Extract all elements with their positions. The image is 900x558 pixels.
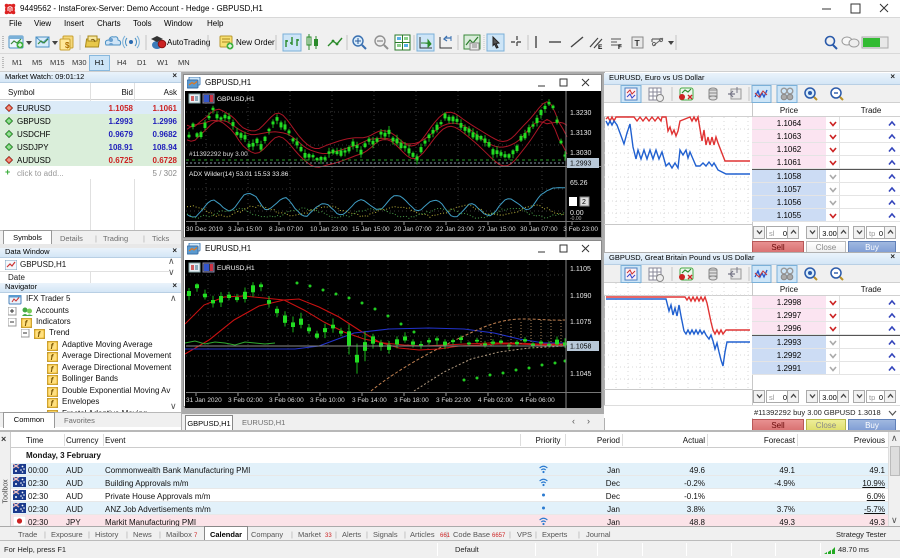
svg-text:4 Feb 06:00: 4 Feb 06:00 [520, 397, 555, 404]
svg-text:3 Feb 18:00: 3 Feb 18:00 [394, 397, 429, 404]
svg-text:ADX Wilder(14) 53.01 15.53 33.: ADX Wilder(14) 53.01 15.53 33.86 [189, 171, 289, 178]
svg-text:1.1045: 1.1045 [570, 371, 592, 378]
svg-text:-0.00: -0.00 [570, 216, 582, 222]
svg-text:1.2993: 1.2993 [570, 161, 592, 168]
svg-text:3 Feb 10:00: 3 Feb 10:00 [310, 397, 345, 404]
svg-text:4 Feb 02:00: 4 Feb 02:00 [478, 397, 513, 404]
svg-text:1.3130: 1.3130 [570, 130, 592, 137]
svg-text:3 Feb 06:00: 3 Feb 06:00 [269, 397, 304, 404]
svg-text:20 Jan 07:00: 20 Jan 07:00 [394, 226, 432, 233]
svg-text:30 Dec 2019: 30 Dec 2019 [186, 226, 223, 233]
svg-text:3 Feb 22:00: 3 Feb 22:00 [436, 397, 471, 404]
svg-text:New Order: New Order [236, 38, 275, 47]
svg-text:22 Jan 23:00: 22 Jan 23:00 [436, 226, 474, 233]
svg-text:1.1105: 1.1105 [570, 266, 591, 273]
svg-text:GBPUSD,H1: GBPUSD,H1 [217, 96, 255, 103]
svg-text:1.1058: 1.1058 [570, 344, 592, 351]
svg-text:27 Jan 15:00: 27 Jan 15:00 [478, 226, 516, 233]
svg-text:F: F [618, 44, 622, 51]
svg-text:15 Jan 15:00: 15 Jan 15:00 [352, 226, 390, 233]
svg-text:3 Feb 02:00: 3 Feb 02:00 [228, 397, 263, 404]
svg-text:2: 2 [582, 199, 586, 206]
svg-text:E: E [598, 44, 603, 51]
svg-text:T: T [635, 38, 641, 48]
svg-text:1.3230: 1.3230 [570, 110, 592, 117]
svg-text:8 Jan 07:00: 8 Jan 07:00 [269, 226, 303, 233]
svg-text:3 Feb 14:00: 3 Feb 14:00 [352, 397, 387, 404]
svg-text:EURUSD,H1: EURUSD,H1 [217, 265, 255, 272]
svg-text:$: $ [65, 41, 70, 50]
svg-text:3 Feb 23:00: 3 Feb 23:00 [563, 226, 598, 233]
svg-text:#11392292 buy 3.00: #11392292 buy 3.00 [189, 151, 248, 158]
svg-text:1.3030: 1.3030 [570, 150, 592, 157]
svg-text:AutoTrading: AutoTrading [167, 38, 210, 47]
svg-text:65.26: 65.26 [570, 180, 588, 187]
svg-text:1.1090: 1.1090 [570, 293, 592, 300]
svg-text:30 Jan 07:00: 30 Jan 07:00 [520, 226, 558, 233]
svg-text:31 Jan 2020: 31 Jan 2020 [186, 397, 222, 404]
svg-text:1.1075: 1.1075 [570, 319, 592, 326]
svg-text:10 Jan 23:00: 10 Jan 23:00 [310, 226, 348, 233]
svg-text:3 Jan 15:00: 3 Jan 15:00 [228, 226, 262, 233]
